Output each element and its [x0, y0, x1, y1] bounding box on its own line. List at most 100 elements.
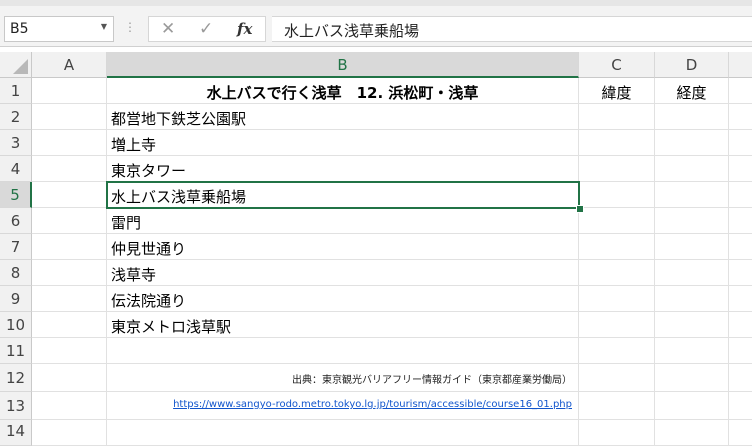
column-header-b[interactable]: B	[107, 52, 579, 78]
fill-handle[interactable]	[576, 205, 584, 213]
column-header-e[interactable]	[729, 52, 752, 78]
cell-b1[interactable]: 水上バスで行く浅草 12. 浜松町・浅草	[107, 78, 579, 104]
cell-d5[interactable]	[655, 182, 729, 208]
cell-e13[interactable]	[729, 392, 752, 420]
cell-b8[interactable]: 浅草寺	[107, 260, 579, 286]
cell-c5[interactable]	[579, 182, 655, 208]
cell-a13[interactable]	[32, 392, 107, 420]
formula-bar: B5 ▼ ⋮ ✕ ✓ fx 水上バス浅草乗船場	[0, 6, 752, 47]
cell-e5[interactable]	[729, 182, 752, 208]
row-header-10[interactable]: 10	[0, 312, 32, 338]
row-header-6[interactable]: 6	[0, 208, 32, 234]
source-url-link[interactable]: https://www.sangyo-rodo.metro.tokyo.lg.j…	[173, 399, 572, 410]
cell-e8[interactable]	[729, 260, 752, 286]
cell-a12[interactable]	[32, 364, 107, 392]
cell-c10[interactable]	[579, 312, 655, 338]
chevron-down-icon[interactable]: ▼	[101, 22, 107, 31]
row-header-8[interactable]: 8	[0, 260, 32, 286]
cell-a10[interactable]	[32, 312, 107, 338]
cell-e11[interactable]	[729, 338, 752, 364]
row-header-3[interactable]: 3	[0, 130, 32, 156]
cell-d2[interactable]	[655, 104, 729, 130]
row-header-14[interactable]: 14	[0, 420, 32, 446]
cell-d10[interactable]	[655, 312, 729, 338]
cell-b13[interactable]: https://www.sangyo-rodo.metro.tokyo.lg.j…	[107, 392, 579, 420]
cell-c11[interactable]	[579, 338, 655, 364]
column-header-c[interactable]: C	[579, 52, 655, 78]
cell-a1[interactable]	[32, 78, 107, 104]
cell-e9[interactable]	[729, 286, 752, 312]
cell-b7[interactable]: 仲見世通り	[107, 234, 579, 260]
cell-b12[interactable]: 出典：東京観光バリアフリー情報ガイド（東京都産業労働局）	[107, 364, 579, 392]
cell-d7[interactable]	[655, 234, 729, 260]
cell-c7[interactable]	[579, 234, 655, 260]
row-header-1[interactable]: 1	[0, 78, 32, 104]
cell-c14[interactable]	[579, 420, 655, 446]
insert-function-icon[interactable]: fx	[237, 20, 252, 38]
cell-d14[interactable]	[655, 420, 729, 446]
cell-c8[interactable]	[579, 260, 655, 286]
cell-b6[interactable]: 雷門	[107, 208, 579, 234]
row-header-12[interactable]: 12	[0, 364, 32, 392]
cell-e12[interactable]	[729, 364, 752, 392]
cell-b4[interactable]: 東京タワー	[107, 156, 579, 182]
cell-c12[interactable]	[579, 364, 655, 392]
cell-a2[interactable]	[32, 104, 107, 130]
cell-d12[interactable]	[655, 364, 729, 392]
cell-e2[interactable]	[729, 104, 752, 130]
cell-d13[interactable]	[655, 392, 729, 420]
cell-a4[interactable]	[32, 156, 107, 182]
cell-d8[interactable]	[655, 260, 729, 286]
cell-c6[interactable]	[579, 208, 655, 234]
cell-c1[interactable]: 緯度	[579, 78, 655, 104]
cell-c4[interactable]	[579, 156, 655, 182]
cell-d11[interactable]	[655, 338, 729, 364]
cell-e3[interactable]	[729, 130, 752, 156]
cell-c3[interactable]	[579, 130, 655, 156]
cell-e6[interactable]	[729, 208, 752, 234]
cell-b9[interactable]: 伝法院通り	[107, 286, 579, 312]
cell-a6[interactable]	[32, 208, 107, 234]
cell-a9[interactable]	[32, 286, 107, 312]
cell-b5[interactable]: 水上バス浅草乗船場	[107, 182, 579, 208]
cell-d4[interactable]	[655, 156, 729, 182]
cell-a7[interactable]	[32, 234, 107, 260]
cell-e4[interactable]	[729, 156, 752, 182]
cell-a8[interactable]	[32, 260, 107, 286]
row-header-9[interactable]: 9	[0, 286, 32, 312]
cell-b3[interactable]: 増上寺	[107, 130, 579, 156]
cell-e7[interactable]	[729, 234, 752, 260]
cell-e14[interactable]	[729, 420, 752, 446]
name-box[interactable]: B5 ▼	[4, 16, 114, 42]
select-all-triangle-icon	[13, 59, 28, 74]
cell-c13[interactable]	[579, 392, 655, 420]
cell-b11[interactable]	[107, 338, 579, 364]
cell-a11[interactable]	[32, 338, 107, 364]
row-header-4[interactable]: 4	[0, 156, 32, 182]
row-header-7[interactable]: 7	[0, 234, 32, 260]
cell-b14[interactable]	[107, 420, 579, 446]
column-header-d[interactable]: D	[655, 52, 729, 78]
row-header-2[interactable]: 2	[0, 104, 32, 130]
select-all-button[interactable]	[0, 52, 32, 78]
cell-c2[interactable]	[579, 104, 655, 130]
cell-d9[interactable]	[655, 286, 729, 312]
column-header-a[interactable]: A	[32, 52, 107, 78]
cell-c9[interactable]	[579, 286, 655, 312]
formula-input[interactable]: 水上バス浅草乗船場	[272, 16, 752, 42]
row-header-13[interactable]: 13	[0, 392, 32, 420]
cell-a3[interactable]	[32, 130, 107, 156]
row-header-5[interactable]: 5	[0, 182, 32, 208]
row-header-11[interactable]: 11	[0, 338, 32, 364]
cancel-icon[interactable]: ✕	[161, 19, 175, 39]
cell-b10[interactable]: 東京メトロ浅草駅	[107, 312, 579, 338]
cell-d3[interactable]	[655, 130, 729, 156]
cell-b2[interactable]: 都営地下鉄芝公園駅	[107, 104, 579, 130]
cell-a14[interactable]	[32, 420, 107, 446]
cell-d6[interactable]	[655, 208, 729, 234]
cell-e1[interactable]	[729, 78, 752, 104]
check-icon[interactable]: ✓	[199, 19, 213, 39]
cell-e10[interactable]	[729, 312, 752, 338]
cell-d1[interactable]: 経度	[655, 78, 729, 104]
cell-a5[interactable]	[32, 182, 107, 208]
